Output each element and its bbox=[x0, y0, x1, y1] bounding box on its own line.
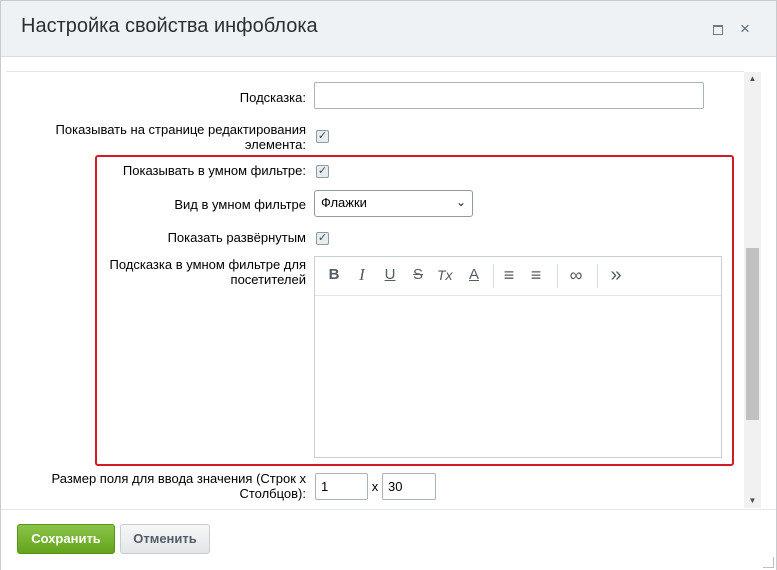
filter-hint-editor[interactable]: B I U S Tx A ≡ ≡ ∞ » bbox=[314, 256, 722, 458]
property-settings-dialog: Настройка свойства инфоблока × Подсказка… bbox=[0, 0, 777, 570]
dialog-title: Настройка свойства инфоблока bbox=[21, 15, 318, 37]
toolbar-separator bbox=[597, 264, 598, 288]
dialog-footer: Сохранить Отменить bbox=[1, 509, 776, 570]
cols-input[interactable] bbox=[382, 473, 436, 500]
more-icon[interactable]: » bbox=[609, 265, 623, 285]
show-expanded-checkbox[interactable]: ✓ bbox=[316, 232, 329, 245]
strikethrough-icon[interactable]: S bbox=[411, 266, 425, 284]
bold-icon[interactable]: B bbox=[327, 266, 341, 284]
show-on-edit-checkbox[interactable]: ✓ bbox=[316, 130, 329, 143]
rows-input[interactable] bbox=[315, 473, 368, 500]
editor-toolbar: B I U S Tx A ≡ ≡ ∞ » bbox=[315, 257, 721, 296]
scroll-down-icon[interactable]: ▼ bbox=[744, 494, 761, 508]
dialog-content: Подсказка: Показывать на странице редакт… bbox=[6, 71, 744, 508]
size-separator: x bbox=[371, 479, 379, 494]
hint-input[interactable] bbox=[314, 82, 704, 109]
toolbar-separator bbox=[557, 264, 558, 288]
smart-filter-label: Показывать в умном фильтре: bbox=[122, 163, 306, 178]
ordered-list-icon[interactable]: ≡ bbox=[502, 266, 516, 284]
hint-label: Подсказка: bbox=[239, 90, 306, 105]
cancel-button[interactable]: Отменить bbox=[120, 524, 210, 554]
scroll-up-icon[interactable]: ▲ bbox=[744, 72, 761, 86]
smart-filter-view-label: Вид в умном фильтре bbox=[174, 197, 306, 212]
size-label: Размер поля для ввода значения (Строк х … bbox=[51, 471, 306, 501]
chevron-down-icon: ⌄ bbox=[455, 195, 466, 209]
resize-grip[interactable] bbox=[763, 557, 774, 568]
save-button[interactable]: Сохранить bbox=[17, 524, 115, 554]
italic-icon[interactable]: I bbox=[355, 266, 369, 284]
font-color-icon[interactable]: A bbox=[467, 266, 481, 284]
clear-format-icon[interactable]: Tx bbox=[437, 266, 453, 284]
close-icon[interactable]: × bbox=[737, 20, 753, 37]
underline-icon[interactable]: U bbox=[383, 266, 397, 284]
content-scrollbar[interactable]: ▲ ▼ bbox=[744, 72, 761, 508]
toolbar-separator bbox=[493, 264, 494, 288]
smart-filter-view-select[interactable]: Флажки ⌄ bbox=[314, 190, 473, 217]
link-icon[interactable]: ∞ bbox=[569, 266, 583, 284]
unordered-list-icon[interactable]: ≡ bbox=[529, 266, 543, 284]
show-on-edit-label: Показывать на странице редактирования эл… bbox=[55, 122, 306, 152]
filter-hint-label: Подсказка в умном фильтре для посетителе… bbox=[109, 257, 306, 287]
smart-filter-view-value: Флажки bbox=[321, 195, 367, 210]
show-expanded-label: Показать развёрнутым bbox=[167, 230, 306, 245]
scrollbar-thumb[interactable] bbox=[746, 248, 759, 420]
smart-filter-checkbox[interactable]: ✓ bbox=[316, 165, 329, 178]
dialog-titlebar[interactable]: Настройка свойства инфоблока × bbox=[1, 1, 776, 57]
maximize-icon[interactable] bbox=[710, 21, 726, 37]
dialog-header-gap bbox=[1, 57, 776, 71]
